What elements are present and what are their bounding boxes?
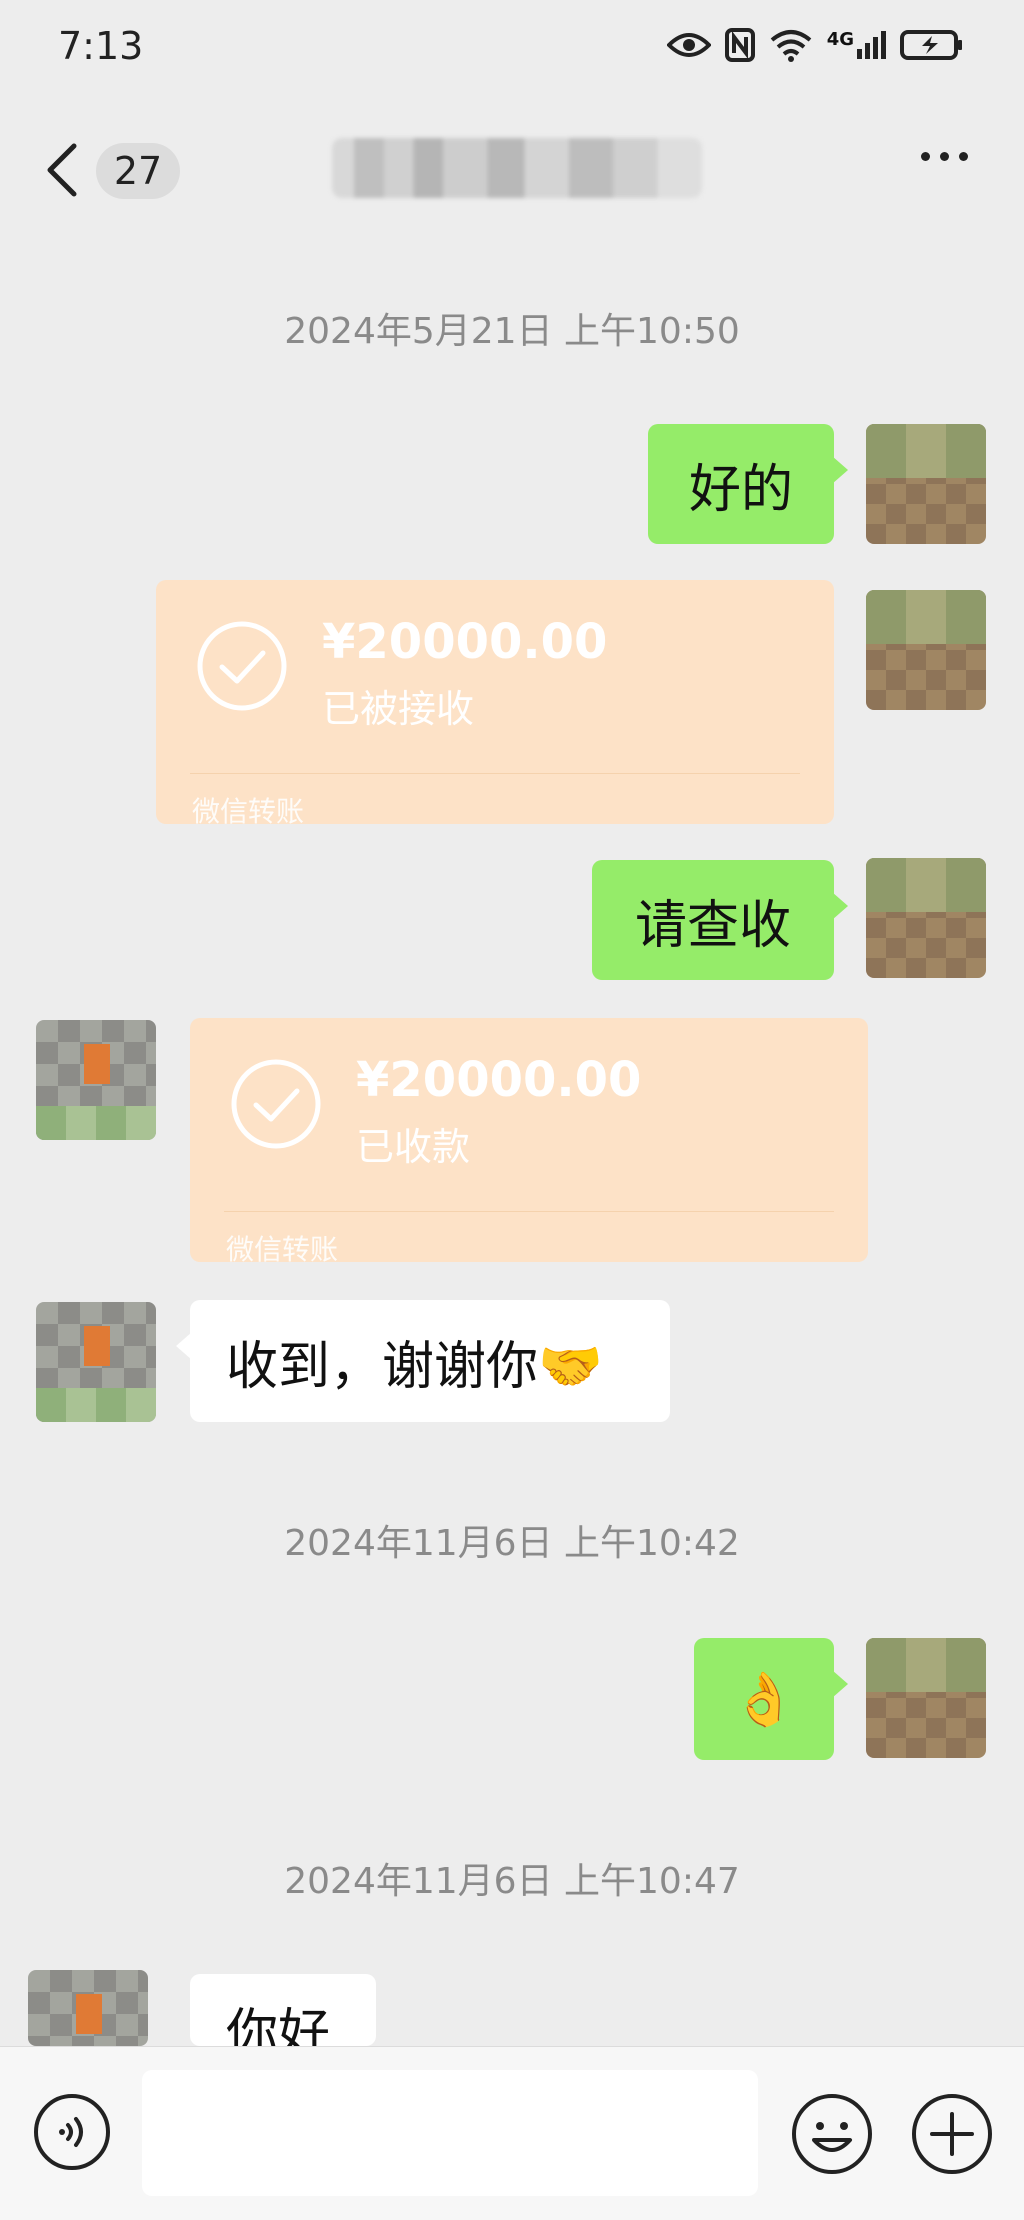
transfer-footer: 微信转账 bbox=[226, 1233, 339, 1266]
bubble-tail bbox=[176, 1332, 192, 1360]
transfer-card[interactable]: ¥20000.00 已收款 微信转账 bbox=[190, 1018, 868, 1266]
status-icons: 4G bbox=[666, 28, 964, 62]
message-timestamp: 2024年5月21日 上午10:50 bbox=[284, 311, 740, 352]
contact-avatar[interactable] bbox=[36, 1302, 156, 1422]
battery-charging-icon bbox=[900, 30, 962, 60]
check-circle-icon bbox=[231, 1059, 321, 1149]
transfer-divider bbox=[224, 1211, 834, 1212]
my-avatar[interactable] bbox=[866, 858, 986, 978]
nfc-icon bbox=[724, 28, 755, 62]
sent-message-bubble[interactable]: 好的 bbox=[648, 424, 848, 544]
more-dots-icon[interactable] bbox=[921, 152, 968, 161]
message-text: 好的 bbox=[688, 459, 793, 520]
my-avatar[interactable] bbox=[866, 424, 986, 544]
message-input[interactable] bbox=[142, 2070, 758, 2196]
voice-icon[interactable] bbox=[32, 2092, 112, 2172]
transfer-divider bbox=[190, 773, 800, 774]
transfer-status: 已被接收 bbox=[322, 687, 475, 731]
my-avatar[interactable] bbox=[866, 590, 986, 710]
transfer-amount: ¥20000.00 bbox=[356, 1052, 642, 1108]
signal-4g-icon: 4G bbox=[827, 31, 886, 59]
chat-title-blurred bbox=[332, 138, 702, 198]
my-avatar[interactable] bbox=[866, 1638, 986, 1758]
received-message-bubble[interactable]: 你好 bbox=[190, 1974, 376, 2046]
transfer-footer: 微信转账 bbox=[192, 795, 305, 828]
status-time: 7:13 bbox=[58, 24, 144, 68]
bubble-tail bbox=[832, 1670, 848, 1698]
transfer-card[interactable]: ¥20000.00 已被接收 微信转账 bbox=[156, 580, 834, 828]
back-arrow-icon[interactable] bbox=[40, 140, 84, 200]
transfer-amount: ¥20000.00 bbox=[322, 614, 608, 670]
check-circle-icon bbox=[197, 621, 287, 711]
sent-message-bubble[interactable]: 请查收 bbox=[592, 860, 848, 980]
eye-icon bbox=[666, 33, 711, 57]
transfer-status: 已收款 bbox=[356, 1125, 471, 1169]
bubble-tail bbox=[832, 892, 848, 920]
wifi-icon bbox=[770, 30, 811, 62]
received-message-bubble[interactable]: 收到，谢谢你🤝 bbox=[176, 1300, 670, 1422]
contact-avatar[interactable] bbox=[28, 1970, 148, 2046]
emoji-icon[interactable] bbox=[790, 2092, 874, 2176]
message-text: 👌 bbox=[731, 1669, 797, 1730]
message-text: 请查收 bbox=[634, 895, 791, 956]
signal-label: 4G bbox=[826, 29, 854, 50]
sent-message-bubble[interactable]: 👌 bbox=[694, 1638, 848, 1760]
message-timestamp: 2024年11月6日 上午10:47 bbox=[284, 1861, 740, 1902]
bubble-tail bbox=[832, 456, 848, 484]
message-text: 你好 bbox=[226, 2004, 331, 2046]
unread-count-badge[interactable]: 27 bbox=[96, 143, 180, 199]
plus-icon[interactable] bbox=[910, 2092, 994, 2176]
message-timestamp: 2024年11月6日 上午10:42 bbox=[284, 1523, 740, 1564]
message-text: 收到，谢谢你🤝 bbox=[226, 1336, 603, 1397]
contact-avatar[interactable] bbox=[36, 1020, 156, 1140]
